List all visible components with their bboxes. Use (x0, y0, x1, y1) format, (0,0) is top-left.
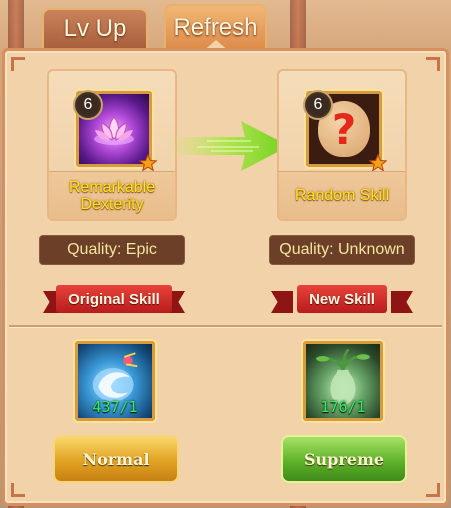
original-skill-ribbon: Original Skill (43, 283, 185, 315)
star-icon (139, 154, 157, 172)
transform-arrow-icon (167, 121, 289, 171)
green-vase-item-icon[interactable]: 176/1 (303, 341, 383, 421)
normal-refresh-button[interactable]: Normal (53, 435, 179, 483)
skill-level-value: 6 (83, 96, 93, 113)
lotus-flower-icon (94, 116, 134, 146)
new-skill-label: New Skill (297, 285, 387, 313)
skill-level-badge: 6 (303, 90, 333, 120)
tab-refresh[interactable]: Refresh (164, 4, 267, 52)
tab-lv-up-label: Lv Up (63, 15, 127, 42)
ribbon-tail (391, 291, 413, 313)
section-divider (9, 325, 442, 327)
panel-corner-ornament (11, 483, 25, 497)
new-skill-ribbon: New Skill (271, 283, 413, 315)
current-skill-card: 6 Remarkable Dexterity (47, 69, 177, 221)
current-skill-quality: Quality: Epic (39, 235, 185, 265)
skill-level-badge: 6 (73, 90, 103, 120)
star-icon (369, 154, 387, 172)
panel-corner-ornament (11, 57, 25, 71)
panel-corner-ornament (426, 57, 440, 71)
blue-orb-item-icon[interactable]: 437/1 (75, 341, 155, 421)
current-skill-name: Remarkable Dexterity (49, 171, 175, 219)
new-skill-name: Random Skill (279, 171, 405, 219)
skill-level-value: 6 (313, 96, 323, 113)
lotus-icon[interactable]: 6 (73, 90, 157, 172)
tab-lv-up[interactable]: Lv Up (42, 8, 148, 48)
supreme-refresh-button[interactable]: Supreme (281, 435, 407, 483)
item-count: 176/1 (320, 398, 366, 416)
item-count: 437/1 (92, 398, 138, 416)
tab-refresh-label: Refresh (173, 14, 258, 41)
panel-corner-ornament (426, 483, 440, 497)
new-skill-quality: Quality: Unknown (269, 235, 415, 265)
original-skill-label: Original Skill (56, 285, 172, 313)
question-mark-icon[interactable]: ? 6 (303, 90, 387, 172)
refresh-panel: 6 Remarkable Dexterity ? 6 Random Skill … (2, 48, 449, 506)
new-skill-card: ? 6 Random Skill (277, 69, 407, 221)
ribbon-tail (271, 291, 293, 313)
